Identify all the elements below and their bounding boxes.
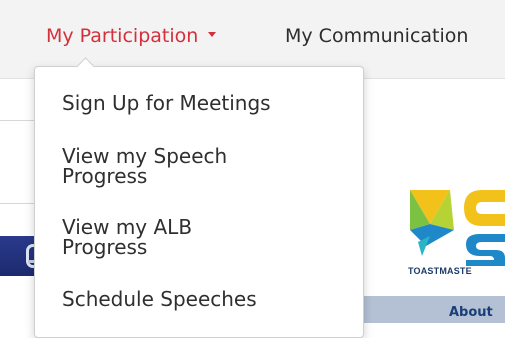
nav-my-communication-label: My Communication <box>285 25 469 47</box>
menu-item-sign-up-for-meetings[interactable]: Sign Up for Meetings <box>62 93 352 113</box>
toastmasters-logo: TOASTMASTE <box>404 184 505 280</box>
page-banner <box>0 236 38 276</box>
menu-item-schedule-speeches[interactable]: Schedule Speeches <box>62 289 352 309</box>
nav-my-participation-label: My Participation <box>46 25 199 47</box>
about-link[interactable]: About <box>449 305 493 320</box>
menu-item-view-speech-progress[interactable]: View my Speech Progress <box>62 146 352 186</box>
nav-my-communication[interactable]: My Communication <box>285 24 468 48</box>
nav-my-participation[interactable]: My Participation <box>46 24 217 48</box>
logo-icon <box>410 190 505 266</box>
menu-item-view-alb-progress[interactable]: View my ALB Progress <box>62 217 352 257</box>
caret-down-icon <box>208 32 217 37</box>
logo-caption: TOASTMASTE <box>408 266 472 276</box>
participation-dropdown-menu: Sign Up for Meetings View my Speech Prog… <box>34 57 364 338</box>
